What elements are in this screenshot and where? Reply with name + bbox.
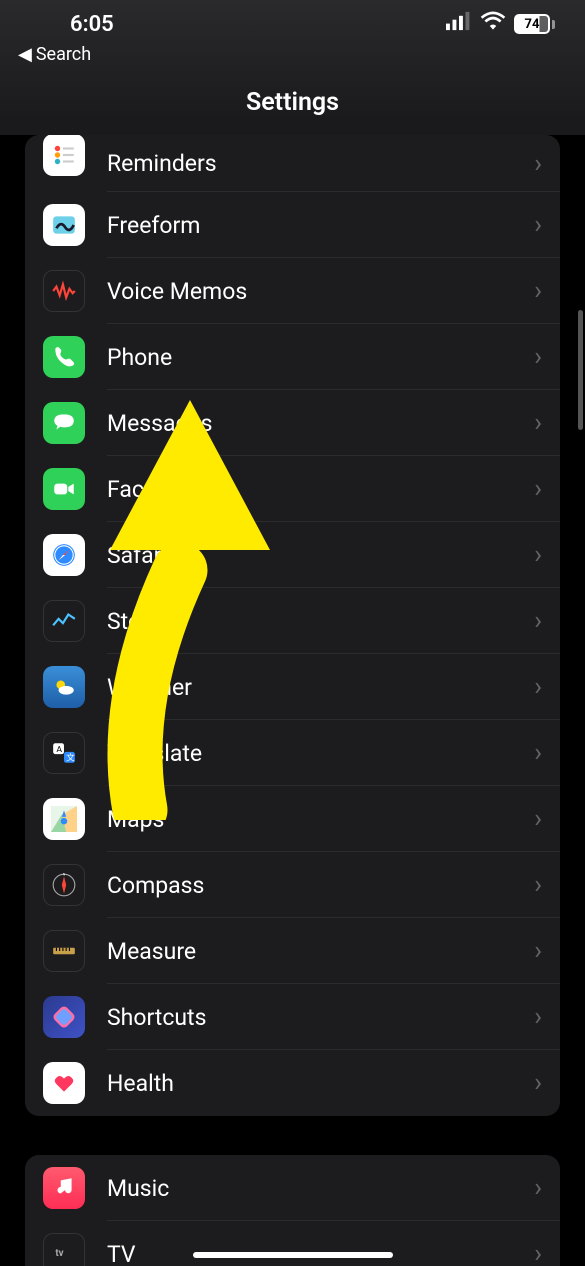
- facetime-icon: [43, 468, 85, 510]
- music-icon: [43, 1167, 85, 1209]
- settings-row-label: Voice Memos: [85, 278, 534, 305]
- settings-row-compass[interactable]: NCompass›: [25, 852, 560, 918]
- settings-row-facetime[interactable]: FaceTime›: [25, 456, 560, 522]
- chevron-right-icon: ›: [534, 1068, 560, 1098]
- page-title: Settings: [246, 88, 339, 117]
- settings-row-shortcuts[interactable]: Shortcuts›: [25, 984, 560, 1050]
- translate-icon: A文: [43, 732, 85, 774]
- settings-row-maps[interactable]: Maps›: [25, 786, 560, 852]
- messages-icon: [43, 402, 85, 444]
- health-icon: [43, 1062, 85, 1104]
- freeform-icon: [43, 204, 85, 246]
- chevron-right-icon: ›: [534, 672, 560, 702]
- settings-section-media: Music›tvTV›: [25, 1155, 560, 1266]
- svg-text:A: A: [56, 745, 62, 755]
- chevron-right-icon: ›: [534, 870, 560, 900]
- chevron-right-icon: ›: [534, 408, 560, 438]
- voicememos-icon: [43, 270, 85, 312]
- settings-row-weather[interactable]: Weather›: [25, 654, 560, 720]
- back-label: Search: [36, 44, 91, 65]
- status-right: 74: [446, 8, 555, 40]
- settings-row-health[interactable]: Health›: [25, 1050, 560, 1116]
- reminders-icon: [43, 135, 85, 176]
- settings-row-reminders[interactable]: Reminders›: [25, 135, 560, 192]
- chevron-right-icon: ›: [534, 540, 560, 570]
- settings-row-label: Freeform: [85, 212, 534, 239]
- settings-section-apps: Reminders›Freeform›Voice Memos›Phone›Mes…: [25, 135, 560, 1116]
- settings-row-label: FaceTime: [85, 476, 534, 503]
- battery-icon: 74: [514, 14, 555, 34]
- chevron-right-icon: ›: [534, 738, 560, 768]
- settings-row-label: Shortcuts: [85, 1004, 534, 1031]
- settings-row-label: Weather: [85, 674, 534, 701]
- tv-icon: tv: [43, 1233, 85, 1266]
- chevron-right-icon: ›: [534, 149, 560, 179]
- chevron-right-icon: ›: [534, 606, 560, 636]
- settings-row-label: Maps: [85, 806, 534, 833]
- settings-row-label: Phone: [85, 344, 534, 371]
- settings-row-stocks[interactable]: Stocks›: [25, 588, 560, 654]
- svg-text:tv: tv: [55, 1248, 63, 1259]
- measure-icon: [43, 930, 85, 972]
- chevron-right-icon: ›: [534, 1173, 560, 1203]
- chevron-right-icon: ›: [534, 804, 560, 834]
- back-to-search[interactable]: ◀ Search: [18, 44, 91, 65]
- weather-icon: [43, 666, 85, 708]
- battery-level: 74: [514, 14, 550, 34]
- settings-row-label: Music: [85, 1175, 534, 1202]
- settings-row-label: Safari: [85, 542, 534, 569]
- settings-row-phone[interactable]: Phone›: [25, 324, 560, 390]
- settings-row-label: Health: [85, 1070, 534, 1097]
- settings-row-safari[interactable]: Safari›: [25, 522, 560, 588]
- settings-row-measure[interactable]: Measure›: [25, 918, 560, 984]
- settings-row-label: Compass: [85, 872, 534, 899]
- cellular-icon: [446, 8, 472, 40]
- chevron-right-icon: ›: [534, 474, 560, 504]
- svg-text:文: 文: [66, 752, 75, 764]
- home-indicator[interactable]: [193, 1252, 393, 1258]
- settings-row-freeform[interactable]: Freeform›: [25, 192, 560, 258]
- maps-icon: [43, 798, 85, 840]
- settings-row-label: Messages: [85, 410, 534, 437]
- settings-row-music[interactable]: Music›: [25, 1155, 560, 1221]
- back-chevron-icon: ◀: [18, 44, 32, 65]
- status-time: 6:05: [70, 12, 114, 37]
- settings-row-tv[interactable]: tvTV›: [25, 1221, 560, 1266]
- settings-row-voicememos[interactable]: Voice Memos›: [25, 258, 560, 324]
- settings-row-label: Measure: [85, 938, 534, 965]
- status-bar: 6:05 74: [0, 0, 585, 48]
- scroll-indicator: [578, 310, 583, 430]
- settings-row-label: Reminders: [85, 150, 534, 177]
- phone-icon: [43, 336, 85, 378]
- chevron-right-icon: ›: [534, 936, 560, 966]
- stocks-icon: [43, 600, 85, 642]
- settings-row-messages[interactable]: Messages›: [25, 390, 560, 456]
- chevron-right-icon: ›: [534, 276, 560, 306]
- chevron-right-icon: ›: [534, 342, 560, 372]
- shortcuts-icon: [43, 996, 85, 1038]
- settings-row-label: Stocks: [85, 608, 534, 635]
- wifi-icon: [480, 8, 506, 40]
- chevron-right-icon: ›: [534, 1002, 560, 1032]
- safari-icon: [43, 534, 85, 576]
- chevron-right-icon: ›: [534, 1239, 560, 1266]
- settings-row-translate[interactable]: A文Translate›: [25, 720, 560, 786]
- settings-row-label: Translate: [85, 740, 534, 767]
- compass-icon: N: [43, 864, 85, 906]
- chevron-right-icon: ›: [534, 210, 560, 240]
